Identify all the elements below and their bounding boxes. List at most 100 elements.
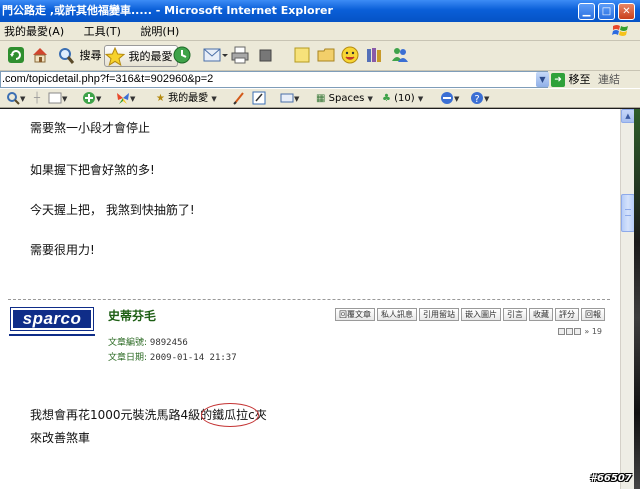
- messenger-icon: [392, 48, 408, 62]
- plus-icon[interactable]: ▼: [82, 89, 101, 109]
- title-bar: 門公路走 ,或許其他福變車..... - Microsoft Internet …: [0, 0, 640, 22]
- post-date-label: 文章日期:: [108, 353, 148, 363]
- previous-post-line: 如果握下把會好煞的多!: [30, 163, 155, 177]
- previous-post-line: 需要煞一小段才會停止: [30, 121, 151, 135]
- links-toolbar: ▼ ┼ ▼ ▼ ▼ ★ 我的最愛 ▼ ▼ ▦ Spaces ▼ ♣ (10) ▼…: [0, 88, 640, 108]
- research-button[interactable]: [364, 45, 384, 67]
- print-button[interactable]: [230, 45, 250, 67]
- home-icon: [33, 48, 47, 63]
- spaces-button[interactable]: ▦ Spaces ▼: [316, 89, 373, 109]
- books-icon: [367, 48, 381, 62]
- minimize-button[interactable]: ▁: [578, 3, 595, 20]
- messenger-button[interactable]: [390, 45, 410, 67]
- private-message-button[interactable]: 私人訊息: [377, 308, 417, 321]
- scroll-up-icon[interactable]: ▲: [621, 109, 635, 123]
- address-bar: .com/topicdetail.php?f=316&t=902960&p=2 …: [0, 71, 640, 88]
- rate-button[interactable]: 評分: [555, 308, 579, 321]
- maximize-button[interactable]: □: [598, 3, 615, 20]
- note-icon: [294, 47, 310, 63]
- post-actions: 回覆文章 私人訊息 引用留站 嵌入圖片 引言 收藏 評分 回報: [335, 308, 605, 321]
- report-button[interactable]: 回報: [581, 308, 605, 321]
- pager-square-icon[interactable]: [573, 328, 581, 335]
- star-icon: [104, 46, 126, 67]
- edit-icon[interactable]: [252, 89, 266, 108]
- watermark: #66507: [590, 473, 632, 484]
- windows-logo-icon: [612, 25, 628, 36]
- mail-icon: [203, 48, 228, 62]
- help-icon[interactable]: ? ▼: [470, 89, 489, 109]
- logo-underline: [9, 334, 95, 336]
- previous-post-line: 今天握上把， 我煞到快抽筋了!: [30, 203, 195, 217]
- spaces-label: Spaces: [328, 93, 365, 104]
- search-button[interactable]: 搜尋: [56, 45, 102, 67]
- post-date: 文章日期: 2009-01-14 21:37: [108, 350, 237, 363]
- friends-button[interactable]: ♣ (10) ▼: [382, 89, 423, 109]
- post-username[interactable]: 史蒂芬毛: [108, 307, 156, 324]
- pager-square-icon[interactable]: [565, 328, 573, 335]
- post-pager: » 19: [557, 327, 602, 336]
- url-field[interactable]: .com/topicdetail.php?f=316&t=902960&p=2: [0, 71, 548, 88]
- scroll-thumb[interactable]: [621, 194, 635, 232]
- window-icon[interactable]: ▼: [48, 89, 67, 109]
- history-button[interactable]: [172, 45, 192, 67]
- folder-icon: [317, 48, 335, 62]
- post-number: 文章編號: 9892456: [108, 335, 188, 348]
- notes-button[interactable]: [292, 45, 312, 67]
- add-icon[interactable]: ┼: [34, 89, 40, 108]
- smiley-icon: [341, 46, 359, 64]
- history-icon: [173, 46, 191, 64]
- pager-text[interactable]: » 19: [584, 327, 602, 336]
- go-label: 移至: [568, 73, 591, 86]
- mail-toolbar-icon[interactable]: ▼: [280, 89, 299, 109]
- post-date-value: 2009-01-14 21:37: [149, 353, 237, 363]
- block-icon[interactable]: ▼: [440, 89, 459, 109]
- go-arrow-icon: ➜: [551, 73, 565, 87]
- bookmark-button[interactable]: 收藏: [529, 308, 553, 321]
- reply-button[interactable]: 回覆文章: [335, 308, 375, 321]
- highlight-icon[interactable]: [232, 89, 246, 108]
- mail-button[interactable]: [202, 45, 228, 67]
- favorites-button[interactable]: 我的最愛: [104, 45, 178, 67]
- address-dropdown-icon[interactable]: ▼: [536, 72, 549, 87]
- document-icon: [259, 49, 272, 62]
- menu-bar: 我的最愛(A) 工具(T) 說明(H): [0, 22, 640, 41]
- post-number-label: 文章編號:: [108, 338, 148, 348]
- links-label[interactable]: 連結: [598, 71, 620, 88]
- post-divider: [8, 299, 610, 300]
- standard-toolbar: 搜尋 我的最愛: [0, 41, 640, 71]
- page-content: 需要煞一小段才會停止 如果握下把會好煞的多! 今天握上把， 我煞到快抽筋了! 需…: [0, 109, 620, 489]
- refresh-icon: [8, 47, 24, 63]
- edit-button[interactable]: [258, 45, 274, 67]
- user-avatar-logo[interactable]: sparco: [10, 307, 94, 331]
- quote-button[interactable]: 引言: [503, 308, 527, 321]
- pager-square-icon[interactable]: [557, 328, 565, 335]
- embed-image-button[interactable]: 嵌入圖片: [461, 308, 501, 321]
- menu-favorites[interactable]: 我的最愛(A): [4, 25, 64, 38]
- close-button[interactable]: ✕: [618, 3, 635, 20]
- quote-link-button[interactable]: 引用留站: [419, 308, 459, 321]
- post-body-line: 來改善煞車: [30, 431, 91, 445]
- folder-button[interactable]: [316, 45, 336, 67]
- vertical-scrollbar[interactable]: ▲: [620, 109, 635, 489]
- messenger-emoji-button[interactable]: [340, 45, 360, 67]
- search-toolbar-icon[interactable]: ▼: [6, 89, 25, 109]
- svg-text:?: ?: [474, 94, 479, 105]
- search-icon: [59, 48, 75, 64]
- favorites-label: 我的最愛: [128, 50, 173, 63]
- search-label: 搜尋: [79, 49, 102, 62]
- browser-window: 門公路走 ,或許其他福變車..... - Microsoft Internet …: [0, 0, 640, 489]
- linkbar-favorites-label: 我的最愛: [168, 93, 209, 104]
- post-number-value: 9892456: [149, 338, 188, 348]
- go-button[interactable]: ➜ 移至: [551, 71, 591, 88]
- highlight-ellipse: [201, 403, 259, 427]
- desktop-edge: [634, 109, 640, 489]
- favorites-menu[interactable]: ★ 我的最愛 ▼: [156, 89, 217, 109]
- refresh-button[interactable]: [6, 45, 26, 67]
- home-button[interactable]: [30, 45, 50, 67]
- count-label: (10): [394, 93, 415, 104]
- menu-tools[interactable]: 工具(T): [84, 25, 121, 38]
- previous-post-line: 需要很用力!: [30, 243, 95, 257]
- window-title: 門公路走 ,或許其他福變車..... - Microsoft Internet …: [2, 4, 333, 17]
- menu-help[interactable]: 說明(H): [140, 25, 179, 38]
- butterfly-icon[interactable]: ▼: [116, 89, 135, 109]
